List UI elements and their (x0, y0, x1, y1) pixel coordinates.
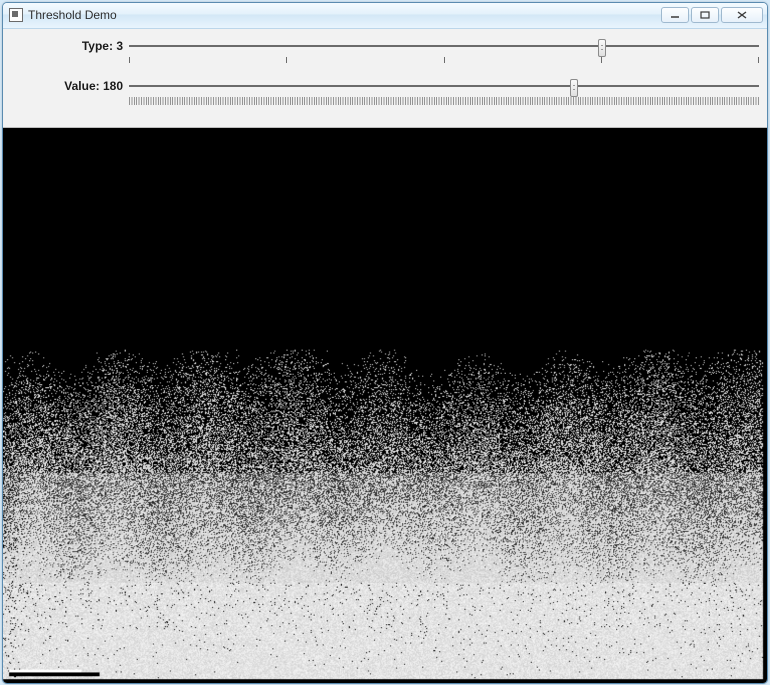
value-slider[interactable] (129, 77, 759, 113)
value-slider-thumb[interactable] (570, 79, 578, 97)
minimize-button[interactable] (661, 7, 689, 23)
type-slider[interactable] (129, 37, 759, 73)
type-slider-thumb[interactable] (598, 39, 606, 57)
type-value-text: 3 (116, 39, 123, 53)
close-button[interactable] (721, 7, 763, 23)
threshold-output-image (3, 128, 767, 683)
type-row: Type: 3 (11, 37, 759, 77)
value-slider-ticks (129, 97, 759, 105)
value-row: Value: 180 (11, 77, 759, 117)
maximize-button[interactable] (691, 7, 719, 23)
value-label: Value: 180 (11, 77, 129, 93)
type-label: Type: 3 (11, 37, 129, 53)
minimize-icon (670, 11, 680, 19)
close-icon (736, 11, 748, 19)
value-value-text: 180 (103, 79, 123, 93)
type-slider-ticks (129, 57, 759, 67)
app-icon (9, 8, 23, 22)
maximize-icon (700, 11, 710, 19)
window-title: Threshold Demo (28, 8, 117, 22)
image-display-area (3, 128, 767, 683)
title-bar[interactable]: Threshold Demo (3, 3, 767, 29)
control-panel: Type: 3 Value: 180 (3, 29, 767, 128)
window-buttons (661, 7, 763, 23)
app-window: Threshold Demo Ty (2, 2, 768, 684)
